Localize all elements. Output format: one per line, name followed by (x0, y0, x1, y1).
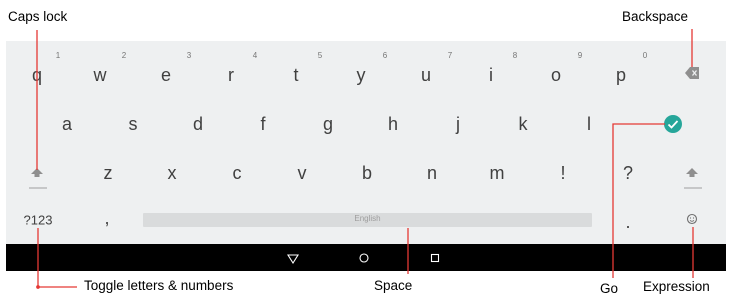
go-check-icon[interactable] (664, 115, 682, 133)
home-nav-icon[interactable] (359, 253, 369, 263)
shift-icon-right[interactable] (684, 168, 702, 189)
go-callout-line (612, 123, 665, 278)
back-nav-icon[interactable] (287, 254, 299, 265)
recents-nav-icon[interactable] (430, 253, 440, 263)
toggle-callout-dot (36, 285, 40, 289)
emoji-icon[interactable] (686, 213, 698, 225)
toggle-callout-line (37, 228, 77, 288)
backspace-icon[interactable] (685, 67, 699, 79)
keyboard-icons-overlay (29, 29, 702, 289)
callout-go: Go (600, 281, 619, 296)
callout-toggle: Toggle letters & numbers (84, 278, 234, 293)
shift-icon[interactable] (29, 168, 47, 189)
callout-space: Space (374, 278, 413, 293)
callout-expression: Expression (643, 279, 710, 294)
